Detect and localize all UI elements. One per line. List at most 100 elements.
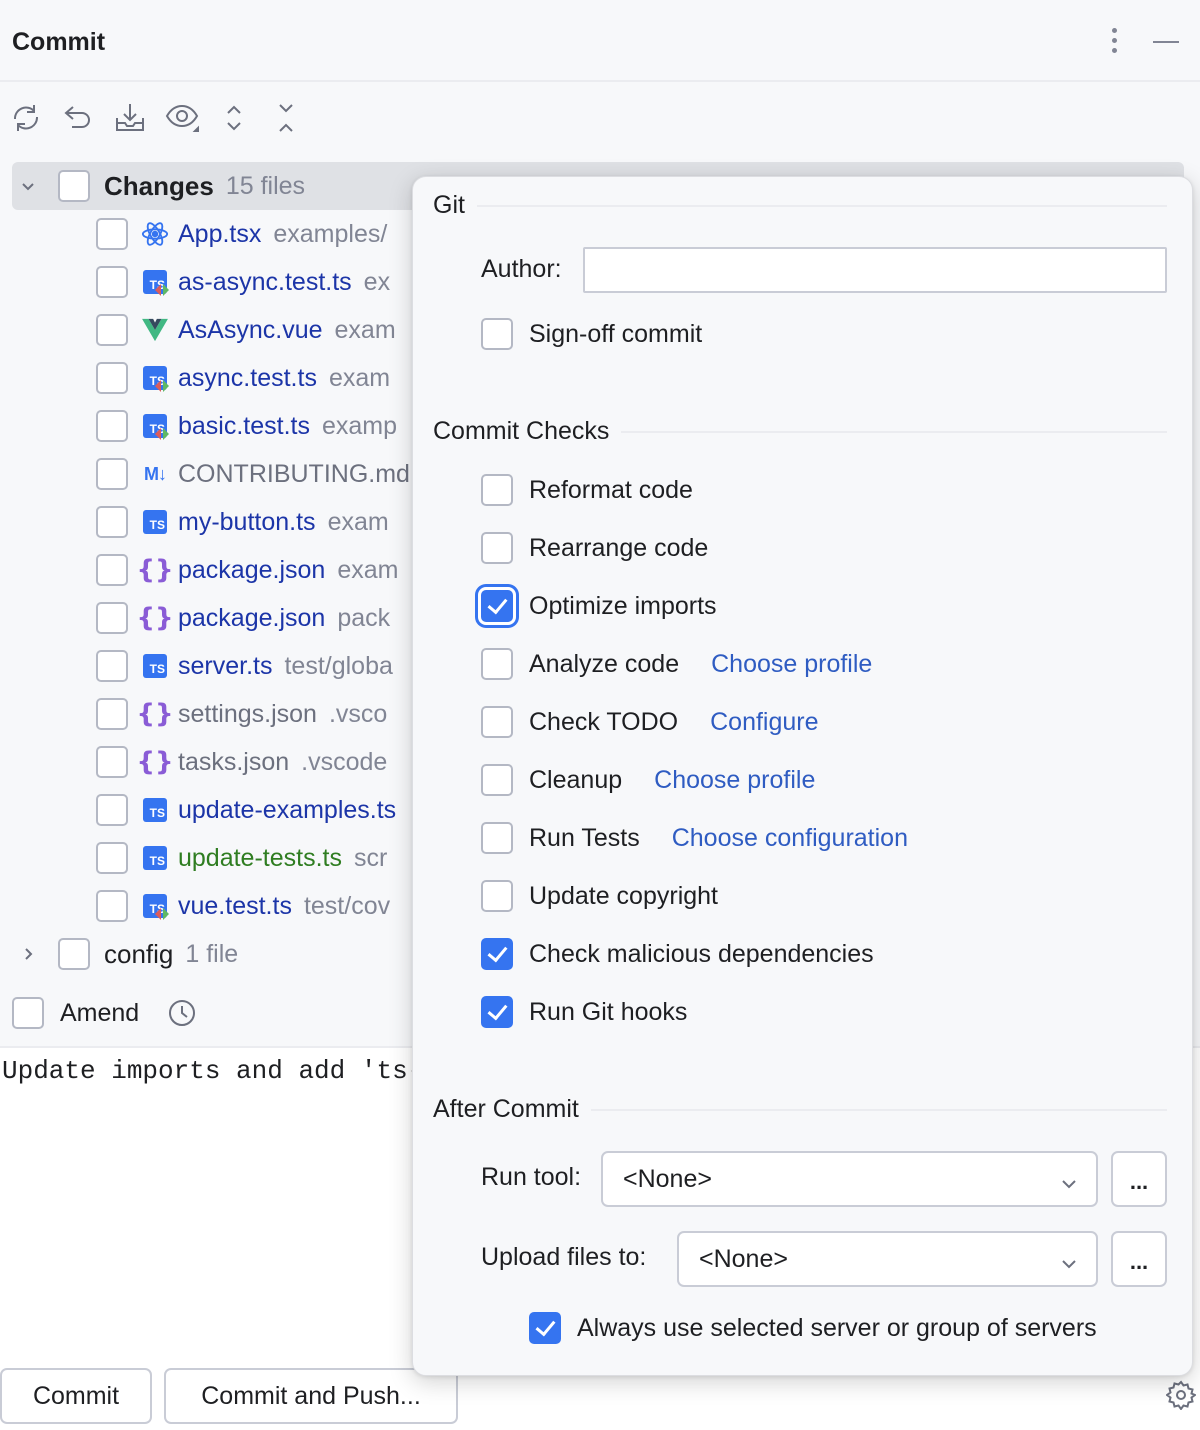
commit-and-push-button[interactable]: Commit and Push... bbox=[164, 1368, 458, 1424]
check-check-malicious-dependencies-checkbox[interactable] bbox=[481, 938, 513, 970]
check-cleanup-checkbox[interactable] bbox=[481, 764, 513, 796]
commit-message-text[interactable]: Update imports and add 'ts- bbox=[2, 1056, 423, 1086]
check-run-git-hooks-checkbox[interactable] bbox=[481, 996, 513, 1028]
check-update-copyright-row[interactable]: Update copyright bbox=[481, 879, 718, 913]
react-icon bbox=[140, 219, 170, 249]
file-checkbox[interactable] bbox=[96, 842, 128, 874]
file-row[interactable]: TS as-async.test.ts ex bbox=[96, 258, 390, 306]
file-row[interactable]: TS async.test.ts exam bbox=[96, 354, 390, 402]
check-cleanup-row[interactable]: Cleanup Choose profile bbox=[481, 763, 815, 797]
file-row[interactable]: TS server.ts test/globa bbox=[96, 642, 393, 690]
check-rearrange-code-row[interactable]: Rearrange code bbox=[481, 531, 708, 565]
file-path: test/cov bbox=[303, 891, 391, 920]
file-checkbox[interactable] bbox=[96, 314, 128, 346]
check-run-git-hooks-row[interactable]: Run Git hooks bbox=[481, 995, 687, 1029]
check-reformat-code-checkbox[interactable] bbox=[481, 474, 513, 506]
upload-files-browse-button[interactable]: ... bbox=[1111, 1231, 1167, 1287]
file-checkbox[interactable] bbox=[96, 554, 128, 586]
check-check-todo-checkbox[interactable] bbox=[481, 706, 513, 738]
file-row[interactable]: AsAsync.vue exam bbox=[96, 306, 396, 354]
check-run-tests-label: Run Tests bbox=[529, 823, 640, 852]
check-analyze-code-label: Analyze code bbox=[529, 649, 680, 678]
file-row[interactable]: TS my-button.ts exam bbox=[96, 498, 389, 546]
file-path: .vsco bbox=[328, 699, 388, 728]
author-input[interactable] bbox=[583, 247, 1167, 293]
file-checkbox[interactable] bbox=[96, 650, 128, 682]
file-row[interactable]: App.tsx examples/ bbox=[96, 210, 387, 258]
check-reformat-code-label: Reformat code bbox=[529, 475, 693, 504]
refresh-icon[interactable] bbox=[8, 98, 44, 138]
check-check-todo-row[interactable]: Check TODO Configure bbox=[481, 705, 819, 739]
collapse-all-icon[interactable] bbox=[268, 98, 304, 138]
file-row[interactable]: M↓ CONTRIBUTING.md bbox=[96, 450, 422, 498]
check-reformat-code-row[interactable]: Reformat code bbox=[481, 473, 693, 507]
file-row[interactable]: TS vue.test.ts test/cov bbox=[96, 882, 390, 930]
file-checkbox[interactable] bbox=[96, 602, 128, 634]
run-tool-value: <None> bbox=[623, 1164, 712, 1193]
check-optimize-imports-row[interactable]: Optimize imports bbox=[481, 589, 717, 623]
ts-test-icon: TS bbox=[140, 891, 170, 921]
check-run-tests-link[interactable]: Choose configuration bbox=[672, 824, 908, 853]
run-tool-browse-button[interactable]: ... bbox=[1111, 1151, 1167, 1207]
check-rearrange-code-checkbox[interactable] bbox=[481, 532, 513, 564]
config-group-count: 1 file bbox=[185, 939, 239, 968]
check-run-git-hooks-label: Run Git hooks bbox=[529, 997, 688, 1026]
file-checkbox[interactable] bbox=[96, 506, 128, 538]
view-options-icon[interactable] bbox=[164, 98, 200, 138]
run-tool-select[interactable]: <None> bbox=[601, 1151, 1098, 1207]
chevron-down-icon[interactable] bbox=[12, 162, 44, 210]
check-analyze-code-checkbox[interactable] bbox=[481, 648, 513, 680]
file-name: my-button.ts bbox=[178, 507, 316, 536]
file-checkbox[interactable] bbox=[96, 746, 128, 778]
file-path: examples/ bbox=[273, 219, 388, 248]
file-row[interactable]: TS basic.test.ts examp bbox=[96, 402, 397, 450]
chevron-right-icon[interactable] bbox=[12, 930, 44, 978]
ts-test-icon: TS bbox=[140, 363, 170, 393]
check-run-tests-checkbox[interactable] bbox=[481, 822, 513, 854]
upload-files-select[interactable]: <None> bbox=[677, 1231, 1098, 1287]
file-checkbox[interactable] bbox=[96, 794, 128, 826]
file-checkbox[interactable] bbox=[96, 218, 128, 250]
check-analyze-code-row[interactable]: Analyze code Choose profile bbox=[481, 647, 872, 681]
file-checkbox[interactable] bbox=[96, 362, 128, 394]
check-analyze-code-link[interactable]: Choose profile bbox=[711, 650, 872, 679]
check-check-todo-link[interactable]: Configure bbox=[710, 708, 818, 737]
file-row[interactable]: {} package.json pack bbox=[96, 594, 390, 642]
commit-checks-section-title: Commit Checks bbox=[433, 417, 1167, 446]
check-optimize-imports-checkbox[interactable] bbox=[481, 590, 513, 622]
file-checkbox[interactable] bbox=[96, 698, 128, 730]
check-check-malicious-dependencies-row[interactable]: Check malicious dependencies bbox=[481, 937, 874, 971]
changes-group-label: Changes bbox=[104, 170, 214, 201]
amend-checkbox[interactable] bbox=[12, 997, 44, 1029]
file-row[interactable]: TS update-examples.ts bbox=[96, 786, 408, 834]
check-update-copyright-checkbox[interactable] bbox=[481, 880, 513, 912]
file-row[interactable]: {} package.json exam bbox=[96, 546, 398, 594]
section-divider bbox=[476, 204, 1167, 207]
ts-test-icon: TS bbox=[140, 411, 170, 441]
history-icon[interactable] bbox=[167, 998, 197, 1028]
shelve-icon[interactable] bbox=[112, 98, 148, 138]
file-checkbox[interactable] bbox=[96, 458, 128, 490]
file-checkbox[interactable] bbox=[96, 410, 128, 442]
signoff-commit-checkbox[interactable] bbox=[481, 318, 513, 350]
minimize-icon[interactable] bbox=[1150, 32, 1180, 52]
check-cleanup-link[interactable]: Choose profile bbox=[654, 766, 815, 795]
check-run-tests-row[interactable]: Run Tests Choose configuration bbox=[481, 821, 908, 855]
rollback-icon[interactable] bbox=[60, 98, 96, 138]
more-options-icon[interactable] bbox=[1104, 28, 1124, 58]
commit-button[interactable]: Commit bbox=[0, 1368, 152, 1424]
signoff-commit-row[interactable]: Sign-off commit bbox=[481, 317, 702, 351]
file-row[interactable]: {} settings.json .vsco bbox=[96, 690, 387, 738]
tool-window-header: Commit bbox=[0, 0, 1200, 82]
always-use-server-row[interactable]: Always use selected server or group of s… bbox=[529, 1311, 1097, 1345]
expand-all-icon[interactable] bbox=[216, 98, 252, 138]
changes-group-checkbox[interactable] bbox=[58, 170, 90, 202]
file-row[interactable]: TS update-tests.ts scr bbox=[96, 834, 387, 882]
gear-icon[interactable] bbox=[1165, 1380, 1198, 1411]
file-checkbox[interactable] bbox=[96, 266, 128, 298]
file-checkbox[interactable] bbox=[96, 890, 128, 922]
tool-window-title: Commit bbox=[12, 28, 106, 56]
file-row[interactable]: {} tasks.json .vscode bbox=[96, 738, 387, 786]
always-use-server-checkbox[interactable] bbox=[529, 1312, 561, 1344]
config-group-checkbox[interactable] bbox=[58, 938, 90, 970]
